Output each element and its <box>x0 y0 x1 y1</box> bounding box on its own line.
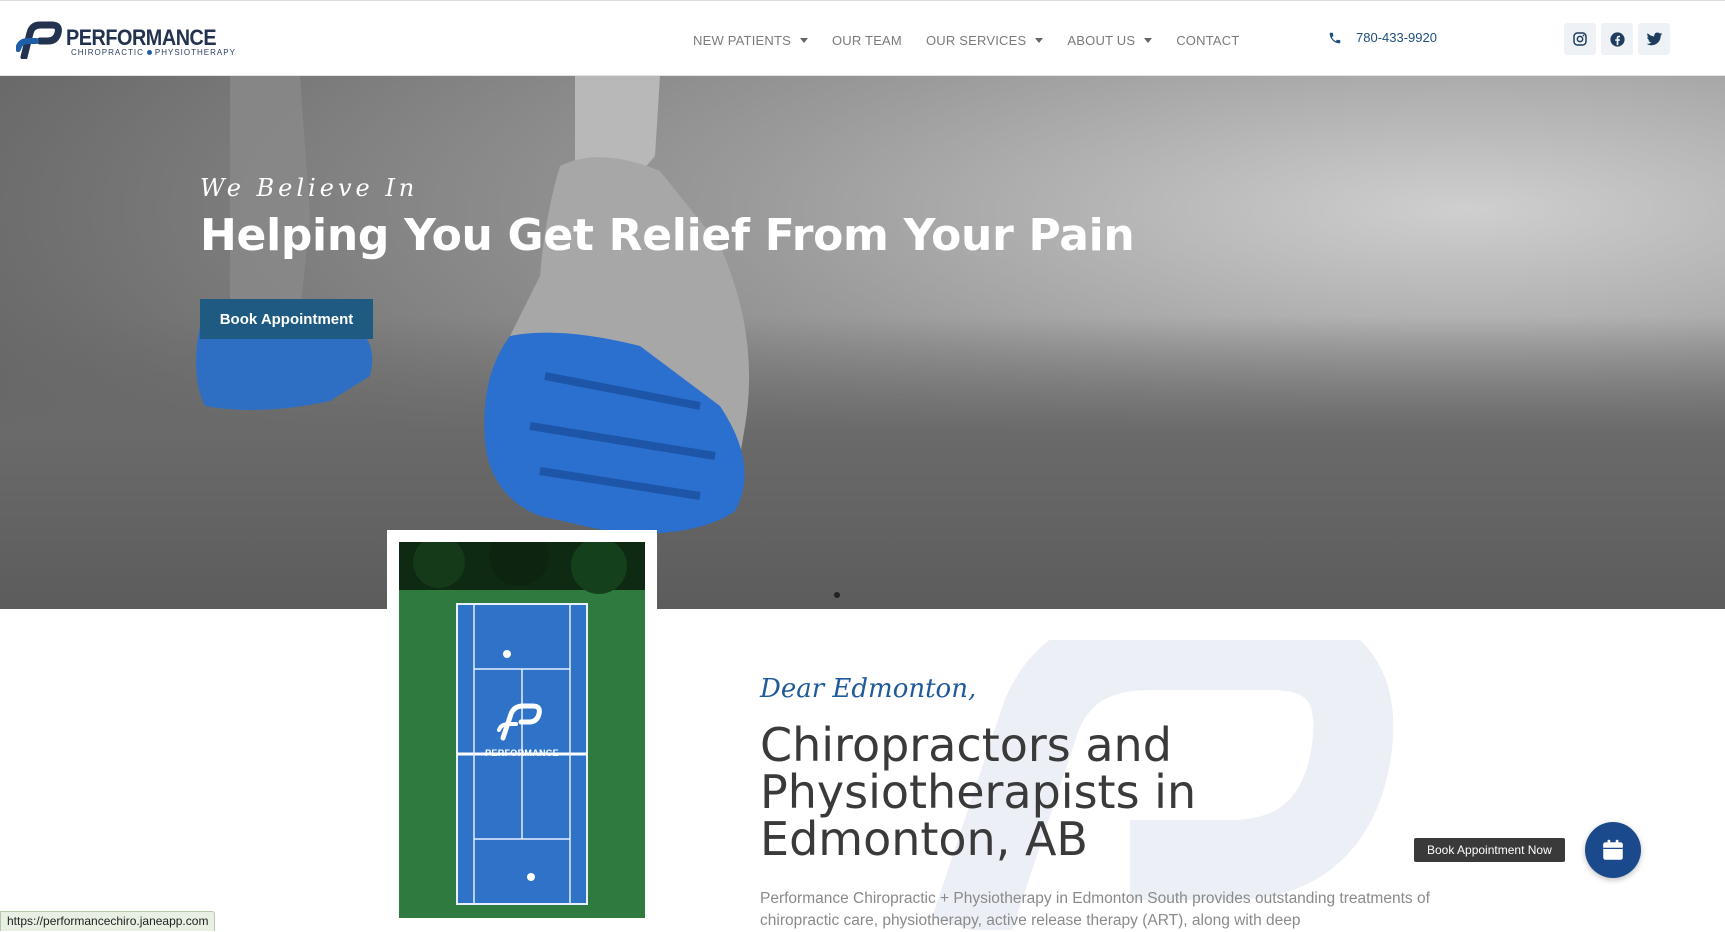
hero-banner: We Believe In Helping You Get Relief Fro… <box>0 76 1725 609</box>
social-links <box>1564 23 1675 55</box>
book-appointment-button[interactable]: Book Appointment <box>200 299 373 339</box>
nav-contact-label: CONTACT <box>1176 32 1240 48</box>
tennis-court-image: PERFORMANCE <box>399 542 645 918</box>
nav-our-team-label: OUR TEAM <box>831 32 902 48</box>
phone-link[interactable]: 780-433-9920 <box>1328 30 1437 45</box>
main-nav: NEW PATIENTS OUR TEAM OUR SERVICES ABOUT… <box>693 30 1263 50</box>
intro-title: Chiropractors and Physiotherapists in Ed… <box>760 718 1197 866</box>
site-logo[interactable]: PERFORMANCE CHIROPRACTIC PHYSIOTHERAPY <box>16 19 235 61</box>
phone-number: 780-433-9920 <box>1356 30 1437 45</box>
chevron-down-icon <box>1144 37 1153 43</box>
nav-new-patients-label: NEW PATIENTS <box>693 32 791 48</box>
instagram-icon <box>1573 32 1587 46</box>
hero-title: Helping You Get Relief From Your Pain <box>200 210 1135 261</box>
nav-new-patients[interactable]: NEW PATIENTS <box>693 33 808 48</box>
nav-contact[interactable]: CONTACT <box>1176 33 1239 48</box>
twitter-link[interactable] <box>1638 23 1670 55</box>
nav-our-services-label: OUR SERVICES <box>925 32 1027 48</box>
instagram-link[interactable] <box>1564 23 1596 55</box>
chevron-down-icon <box>1035 37 1044 43</box>
nav-about-us[interactable]: ABOUT US <box>1067 32 1153 48</box>
logo-tagline: CHIROPRACTIC PHYSIOTHERAPY <box>71 48 236 57</box>
feature-image-frame: PERFORMANCE <box>387 530 657 930</box>
runner-shoes-illustration <box>196 76 750 535</box>
intro-salutation: Dear Edmonton, <box>760 674 977 704</box>
phone-icon <box>1329 32 1341 43</box>
facebook-icon <box>1609 31 1625 47</box>
slider-dot[interactable] <box>834 592 840 598</box>
court-logo-text: PERFORMANCE <box>485 748 559 758</box>
nav-our-services[interactable]: OUR SERVICES <box>925 32 1044 48</box>
logo-tagline-right: PHYSIOTHERAPY <box>154 48 236 57</box>
facebook-link[interactable] <box>1601 23 1633 55</box>
site-header: PERFORMANCE CHIROPRACTIC PHYSIOTHERAPY NE… <box>0 0 1725 76</box>
calendar-icon <box>1603 839 1623 860</box>
twitter-icon <box>1646 32 1662 45</box>
nav-our-team[interactable]: OUR TEAM <box>832 33 902 48</box>
book-now-tooltip: Book Appointment Now <box>1414 838 1565 862</box>
logo-dot <box>146 50 152 56</box>
logo-mark-icon <box>16 21 62 59</box>
nav-about-us-label: ABOUT US <box>1067 32 1136 48</box>
hero-eyebrow: We Believe In <box>200 174 419 202</box>
chevron-down-icon <box>799 37 808 43</box>
book-now-floating-button[interactable] <box>1585 822 1641 878</box>
logo-tagline-left: CHIROPRACTIC <box>71 48 144 57</box>
intro-body: Performance Chiropractic + Physiotherapy… <box>760 890 1430 929</box>
browser-status-url: https://performancechiro.janeapp.com <box>0 911 216 931</box>
